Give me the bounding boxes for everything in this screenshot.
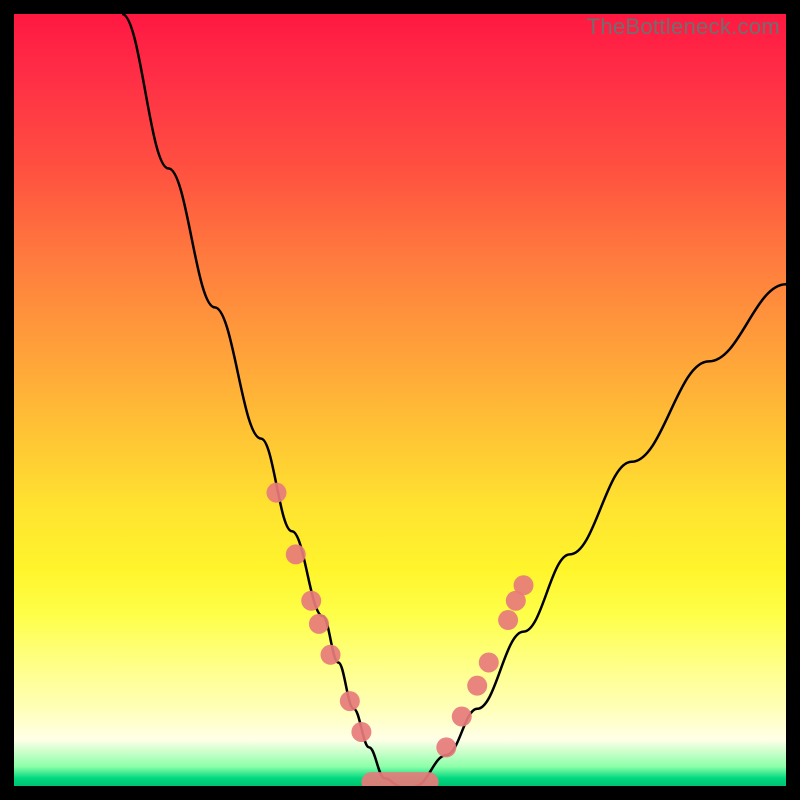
data-marker [467,676,487,696]
series-left-curve [122,14,400,786]
data-marker [321,645,341,665]
valley-bar [361,772,438,786]
data-marker [514,575,534,595]
data-marker [301,591,321,611]
data-marker [479,652,499,672]
series-right-curve [415,284,786,786]
data-marker [452,707,472,727]
data-marker [436,737,456,757]
data-marker [351,722,371,742]
data-marker [286,544,306,564]
data-marker [498,610,518,630]
bottleneck-curve-chart [14,14,786,786]
data-marker [309,614,329,634]
data-marker [340,691,360,711]
data-marker [266,483,286,503]
chart-plot-area: TheBottleneck.com [14,14,786,786]
